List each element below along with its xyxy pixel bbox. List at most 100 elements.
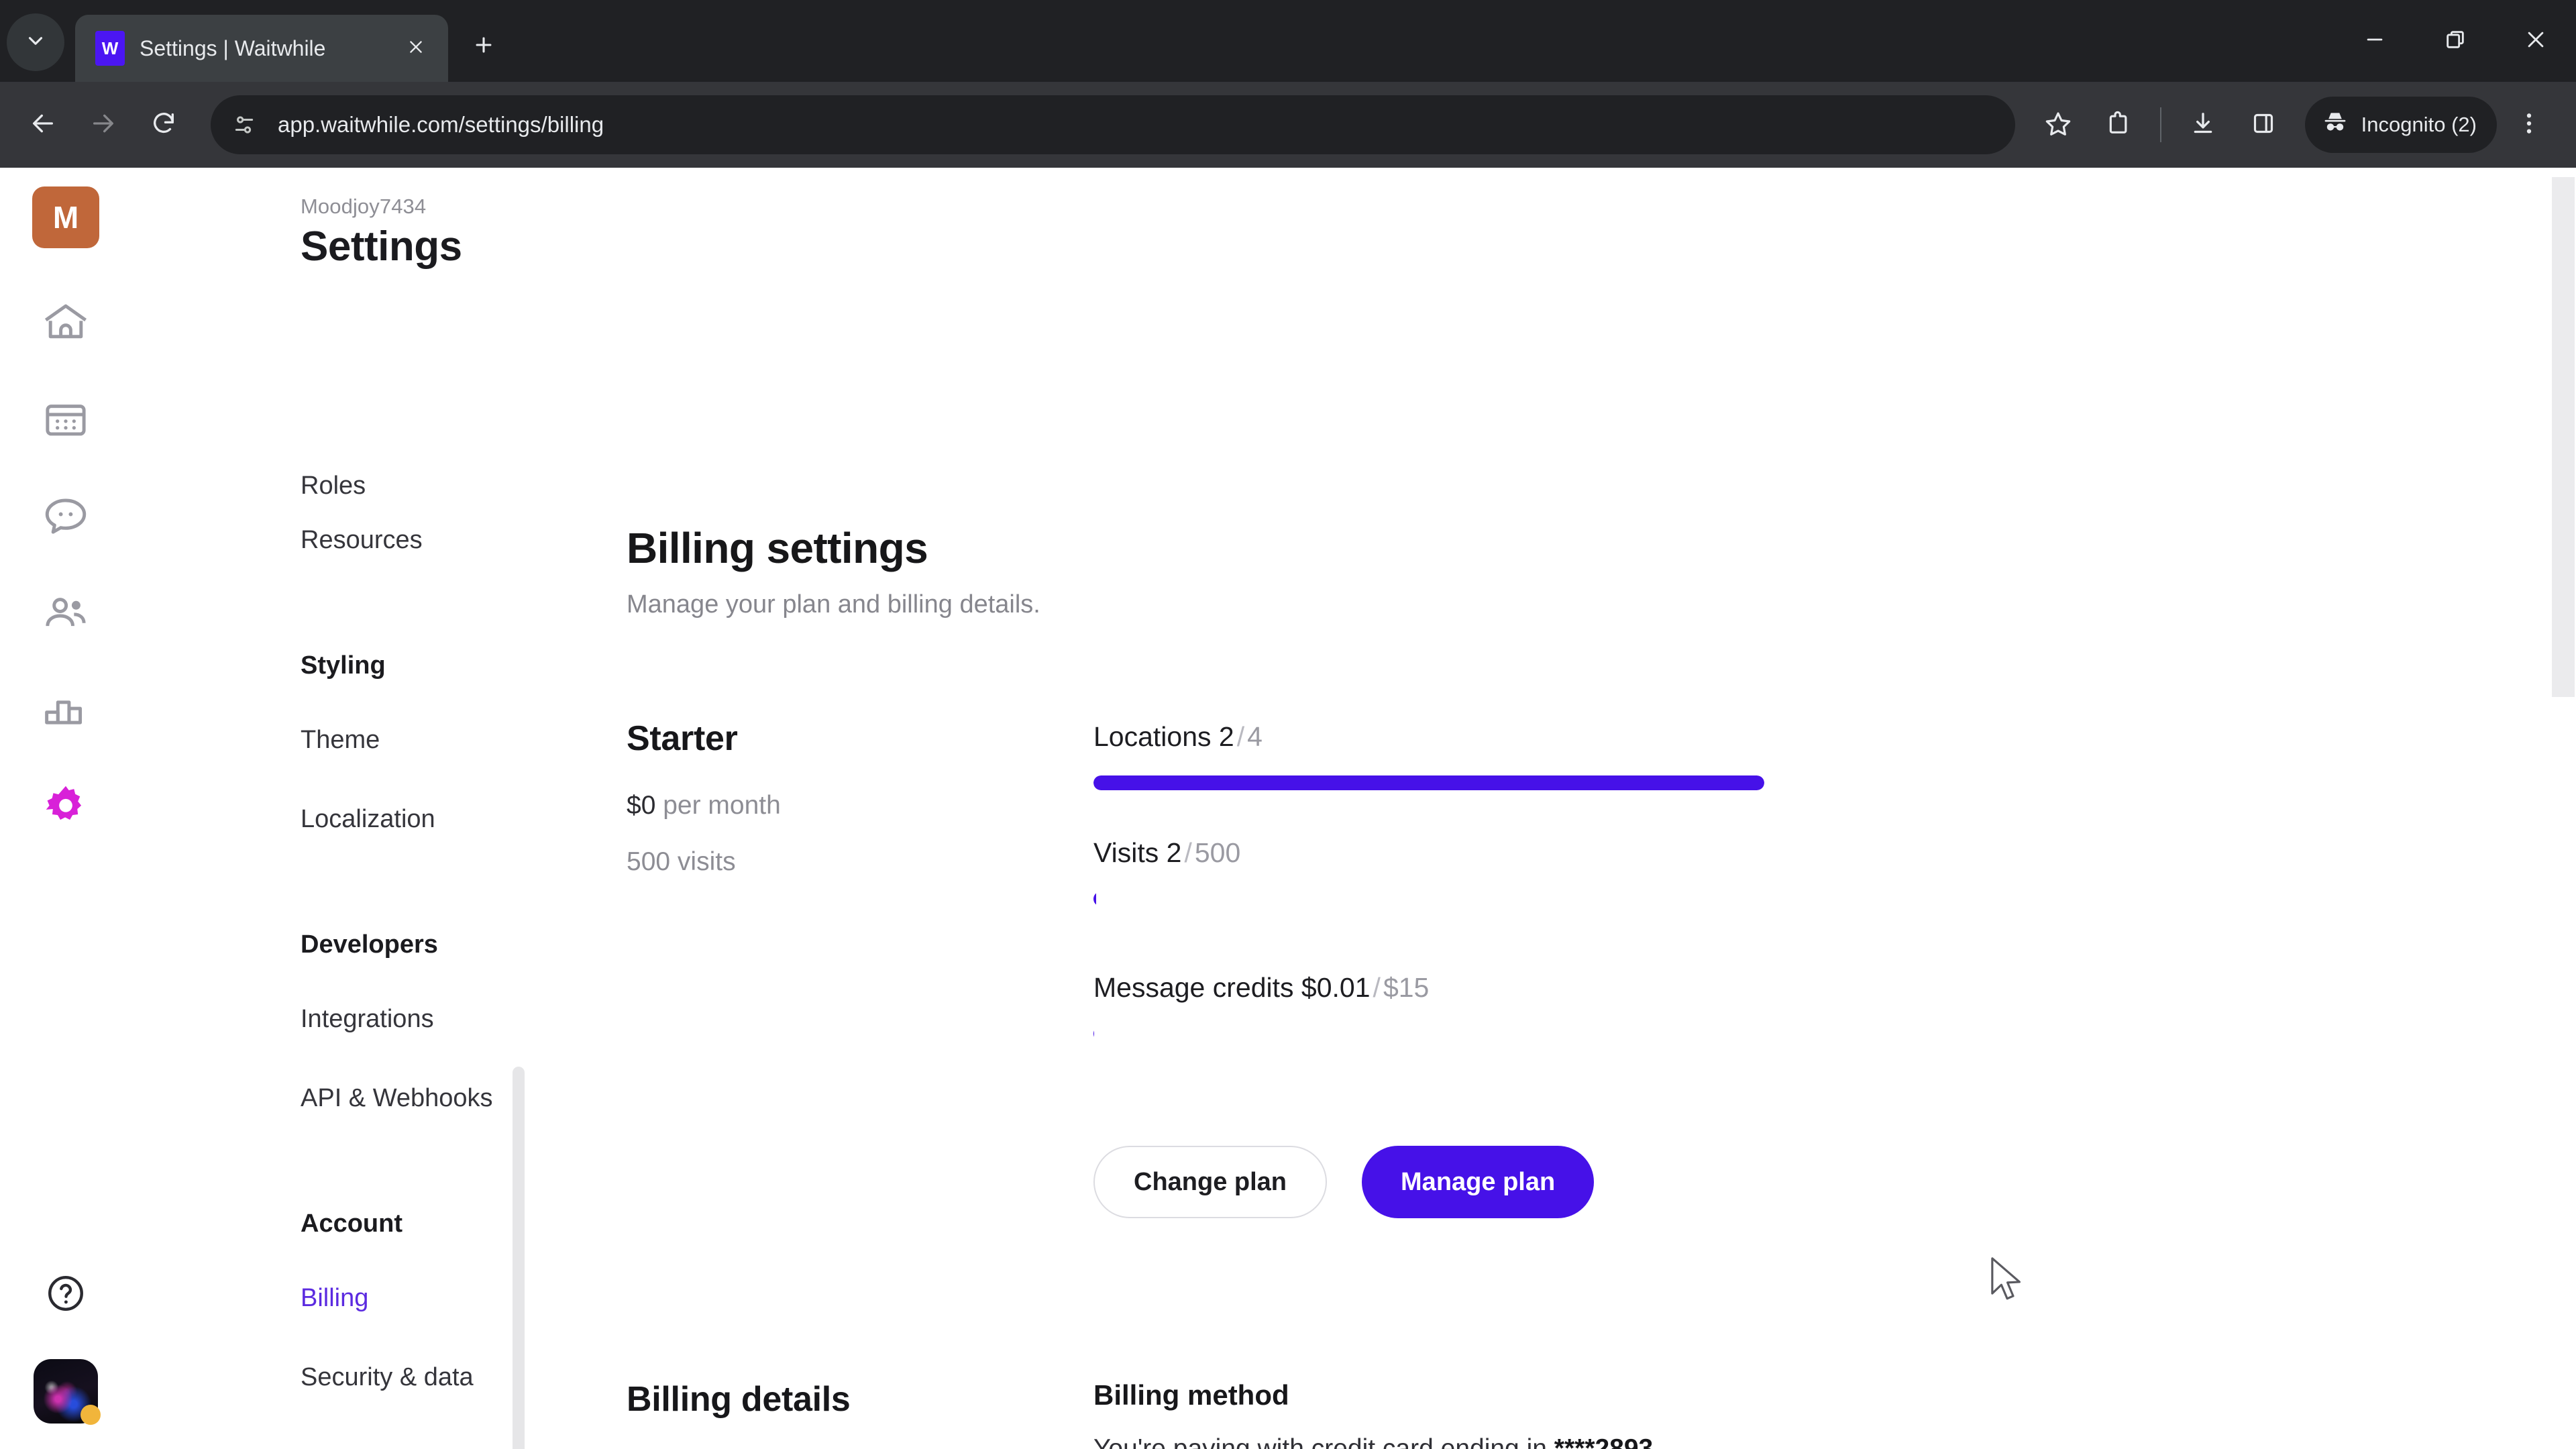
metric-name: Locations [1093, 721, 1212, 752]
favicon-letter: W [101, 38, 119, 58]
calendar-icon [41, 395, 91, 448]
metric-max: $15 [1383, 972, 1430, 1003]
rail-item-settings[interactable] [34, 775, 98, 840]
forward-button[interactable] [75, 97, 131, 153]
people-icon [41, 588, 91, 641]
profile-chip[interactable]: Incognito (2) [2304, 97, 2497, 153]
rail-item-schedule[interactable] [34, 389, 98, 453]
avatar[interactable] [34, 1359, 101, 1425]
metric-current: $0.01 [1301, 972, 1371, 1003]
incognito-icon [2321, 108, 2349, 142]
question-circle-icon [45, 1273, 87, 1318]
extensions-icon [2105, 110, 2132, 140]
nav-heading-developers: Developers [301, 930, 438, 959]
browser-tab[interactable]: W Settings | Waitwhile [75, 15, 448, 82]
metric-spacer [1093, 790, 2576, 837]
sidebar-item-integrations[interactable]: Integrations [131, 979, 529, 1059]
metric-name: Message credits [1093, 972, 1294, 1003]
close-window-button[interactable] [2496, 0, 2576, 82]
reload-button[interactable] [136, 97, 192, 153]
metric-separator: / [1236, 721, 1245, 752]
rail-item-customers[interactable] [34, 582, 98, 647]
settings-nav-column: Moodjoy7434 Settings Roles Resources Sty… [131, 168, 529, 1449]
sidebar-item-roles[interactable]: Roles [131, 452, 529, 500]
sidebar-item-resources[interactable]: Resources [131, 500, 529, 580]
tab-strip: W Settings | Waitwhile [0, 0, 2576, 82]
bar-chart-icon [41, 685, 91, 738]
nav-group-developers: Developers Integrations API & Webhooks [131, 910, 529, 1138]
side-panel-button[interactable] [2235, 97, 2292, 153]
billing-method-text: You're paying with credit card ending in [1093, 1434, 1547, 1449]
organization-name: Moodjoy7434 [301, 195, 427, 218]
sidebar-item-security-data[interactable]: Security & data [131, 1338, 529, 1417]
billing-method-title: Billing method [1093, 1379, 1289, 1411]
gear-icon [41, 782, 91, 835]
metric-name: Visits [1093, 837, 1159, 868]
extensions-button[interactable] [2090, 97, 2147, 153]
billing-method-block: Billing method You're paying with credit… [1093, 1379, 2576, 1449]
nav-group-account: Account Billing Security & data [131, 1189, 529, 1417]
tab-title: Settings | Waitwhile [140, 36, 326, 60]
plan-price-amount: $0 [627, 791, 656, 820]
tab-search-button[interactable] [7, 13, 64, 71]
sidebar-item-api-webhooks[interactable]: API & Webhooks [131, 1059, 529, 1138]
plan-price-period: per month [663, 791, 781, 820]
page-title: Settings [301, 223, 462, 270]
browser-toolbar: app.waitwhile.com/settings/billing Incog… [0, 82, 2576, 168]
side-panel-icon [2250, 110, 2277, 140]
usage-bar-fill [1093, 775, 1764, 790]
usage-metric-message-credits: Message credits $0.01/$15 [1093, 972, 2576, 1041]
plan-section: Starter $0 per month 500 visits Location… [627, 718, 2576, 1218]
tab-close-button[interactable] [398, 31, 433, 66]
page-scrollbar-thumb[interactable] [2552, 177, 2575, 697]
change-plan-button[interactable]: Change plan [1093, 1146, 1328, 1218]
billing-method-description: You're paying with credit card ending in… [1093, 1434, 2576, 1449]
usage-bar-visits [1093, 892, 1764, 906]
bookmark-button[interactable] [2030, 97, 2086, 153]
metric-max: 4 [1247, 721, 1263, 752]
minimize-button[interactable] [2334, 0, 2415, 82]
restore-icon [2444, 28, 2467, 54]
billing-settings-subtitle: Manage your plan and billing details. [627, 590, 1040, 619]
rail-item-home[interactable] [34, 292, 98, 357]
settings-nav-scrollbar[interactable] [513, 1067, 525, 1449]
chrome-menu-button[interactable] [2501, 97, 2557, 153]
downloads-button[interactable] [2175, 97, 2231, 153]
metric-current: 2 [1166, 837, 1182, 868]
sidebar-item-localization[interactable]: Localization [131, 780, 529, 859]
manage-plan-button[interactable]: Manage plan [1362, 1146, 1595, 1218]
plan-summary: Starter $0 per month 500 visits [627, 718, 1093, 1218]
window-controls [2334, 0, 2576, 82]
rail-bottom-group [0, 1268, 131, 1425]
page-scrollbar[interactable] [2549, 168, 2576, 1449]
sidebar-item-theme[interactable]: Theme [131, 700, 529, 780]
usage-metric-visits: Visits 2/500 [1093, 837, 2576, 906]
usage-bar-message-credits [1093, 1026, 1764, 1041]
billing-settings-title: Billing settings [627, 524, 928, 572]
rail-item-analytics[interactable] [34, 679, 98, 743]
new-tab-button[interactable] [463, 25, 504, 67]
maximize-button[interactable] [2415, 0, 2496, 82]
favicon-waitwhile: W [95, 31, 125, 66]
settings-nav-header: Moodjoy7434 Settings [131, 168, 529, 270]
usage-metric-locations: Locations 2/4 [1093, 721, 2576, 790]
nav-heading-account: Account [301, 1209, 402, 1238]
help-button[interactable] [39, 1268, 93, 1322]
back-button[interactable] [15, 97, 71, 153]
billing-details-title: Billing details [627, 1380, 851, 1419]
sidebar-item-billing[interactable]: Billing [131, 1258, 529, 1338]
back-arrow-icon [30, 110, 56, 140]
url-text: app.waitwhile.com/settings/billing [278, 112, 604, 137]
plus-icon [472, 34, 495, 60]
workspace-logo[interactable]: M [32, 186, 99, 248]
address-bar[interactable]: app.waitwhile.com/settings/billing [211, 95, 2015, 154]
home-icon [41, 299, 91, 352]
close-icon [2524, 28, 2547, 54]
bookmark-star-icon [2045, 110, 2072, 140]
card-last4: ****2893 [1554, 1434, 1654, 1449]
site-settings-icon[interactable] [220, 101, 268, 149]
rail-item-messages[interactable] [34, 486, 98, 550]
billing-details-section: Billing details Billing method You're pa… [627, 1379, 2576, 1449]
usage-bar-fill [1093, 1026, 1094, 1041]
